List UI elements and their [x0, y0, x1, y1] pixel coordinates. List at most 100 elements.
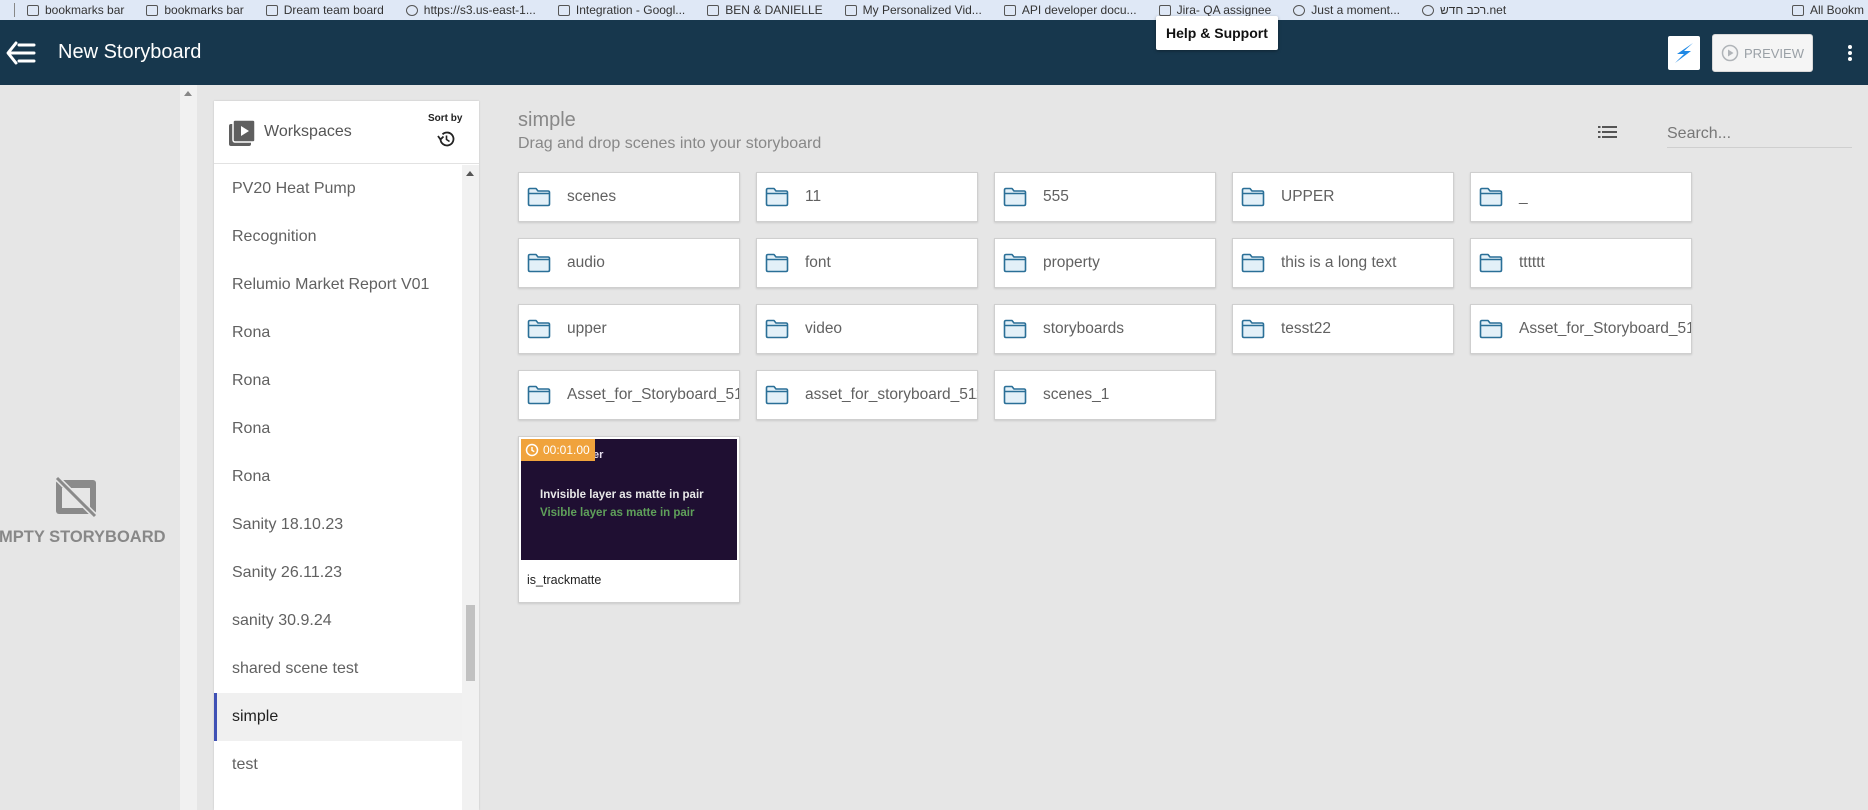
- back-menu-button[interactable]: [6, 39, 38, 67]
- more-menu-button[interactable]: [1840, 42, 1860, 64]
- workspace-item[interactable]: sanity 30.9.24: [214, 597, 462, 645]
- workspace-item[interactable]: simple: [214, 693, 462, 741]
- workspace-item[interactable]: Recognition: [214, 213, 462, 261]
- scene-card[interactable]: er Invisible layer as matte in pair Visi…: [518, 436, 740, 603]
- folder-card[interactable]: audio: [518, 238, 740, 288]
- folder-card[interactable]: video: [756, 304, 978, 354]
- app-header: New Storyboard Help & Support PREVIEW: [0, 16, 1868, 85]
- folder-card[interactable]: _: [1470, 172, 1692, 222]
- bookmarks-bar: bookmarks bar bookmarks bar Dream team boa…: [0, 0, 1868, 20]
- folder-card[interactable]: font: [756, 238, 978, 288]
- folder-card[interactable]: upper: [518, 304, 740, 354]
- bookmark-item[interactable]: רכב חדש.net: [1421, 3, 1506, 17]
- duration-label: 00:01.00: [543, 443, 590, 457]
- folder-name: tesst22: [1281, 320, 1331, 337]
- empty-storyboard-label: EMPTY STORYBOARD: [0, 528, 166, 546]
- bookmark-item[interactable]: Jira- QA assignee: [1158, 3, 1271, 17]
- folder-card[interactable]: 11: [756, 172, 978, 222]
- workspace-item[interactable]: Sanity 18.10.23: [214, 501, 462, 549]
- globe-icon: [405, 4, 418, 16]
- empty-storyboard-icon: [54, 475, 98, 519]
- bookmark-item[interactable]: bookmarks bar: [27, 3, 124, 17]
- history-sort-icon[interactable]: [436, 129, 456, 149]
- workspace-item[interactable]: Rona: [214, 453, 462, 501]
- play-circle-icon: [1721, 44, 1739, 62]
- folder-name: tttttt: [1519, 254, 1545, 271]
- folder-card[interactable]: 555: [994, 172, 1216, 222]
- link-icon: [1003, 4, 1016, 16]
- folder-name: Asset_for_Storyboard_511: [1519, 320, 1692, 337]
- bookmark-item[interactable]: BEN & DANIELLE: [707, 3, 823, 17]
- bookmark-label: Just a moment...: [1311, 3, 1400, 17]
- page-title: New Storyboard: [58, 41, 202, 63]
- bookmark-item[interactable]: https://s3.us-east-1...: [405, 3, 536, 17]
- bookmark-item[interactable]: My Personalized Vid...: [844, 3, 982, 17]
- folder-card[interactable]: scenes_1: [994, 370, 1216, 420]
- sort-by-label: Sort by: [428, 113, 463, 124]
- bookmark-item[interactable]: Just a moment...: [1293, 3, 1400, 17]
- bookmark-label: Dream team board: [283, 3, 384, 17]
- folder-icon: [765, 319, 789, 339]
- dot-icon: [1848, 51, 1852, 55]
- dot-icon: [1848, 45, 1852, 49]
- workspace-title: simple: [518, 109, 576, 131]
- workspace-item[interactable]: shared scene test: [214, 645, 462, 693]
- bookmark-label: bookmarks bar: [164, 3, 244, 17]
- folder-icon: [1479, 319, 1503, 339]
- folder-name: asset_for_storyboard_511: [805, 386, 978, 403]
- scrollbar-thumb[interactable]: [466, 605, 475, 681]
- scene-name: is_trackmatte: [527, 573, 602, 587]
- workspace-item[interactable]: Rona: [214, 357, 462, 405]
- folder-card[interactable]: tttttt: [1470, 238, 1692, 288]
- workspace-item[interactable]: test: [214, 741, 462, 789]
- workspaces-icon: [229, 119, 256, 146]
- folder-name: 11: [805, 188, 822, 205]
- folder-icon: [1241, 253, 1265, 273]
- jira-icon: [1158, 4, 1171, 16]
- sheet-icon: [557, 4, 570, 16]
- folder-icon: [707, 4, 720, 16]
- workspace-item[interactable]: Rona: [214, 309, 462, 357]
- bookmark-item[interactable]: API developer docu...: [1003, 3, 1137, 17]
- workspace-item[interactable]: Relumio Market Report V01: [214, 261, 462, 309]
- folder-card[interactable]: storyboards: [994, 304, 1216, 354]
- workspaces-header: Workspaces Sort by: [214, 101, 479, 164]
- folder-card[interactable]: tesst22: [1232, 304, 1454, 354]
- preview-button[interactable]: PREVIEW: [1712, 34, 1813, 72]
- folder-icon: [146, 4, 159, 16]
- folder-card[interactable]: Asset_for_Storyboard_511: [1470, 304, 1692, 354]
- folder-card[interactable]: property: [994, 238, 1216, 288]
- bookmark-label: Integration - Googl...: [575, 3, 686, 17]
- bolt-button[interactable]: [1668, 36, 1700, 70]
- folder-card[interactable]: asset_for_storyboard_511: [756, 370, 978, 420]
- search-input[interactable]: [1667, 120, 1852, 148]
- all-bookmarks[interactable]: All Bookm: [1791, 3, 1868, 17]
- board-icon: [265, 4, 278, 16]
- folder-icon: [1791, 4, 1804, 16]
- folder-icon: [1003, 253, 1027, 273]
- workspace-item[interactable]: Rona: [214, 405, 462, 453]
- bookmark-item[interactable]: Dream team board: [265, 3, 384, 17]
- workspace-item[interactable]: Sanity 26.11.23: [214, 549, 462, 597]
- folder-card[interactable]: this is a long text: [1232, 238, 1454, 288]
- workspace-subtitle: Drag and drop scenes into your storyboar…: [518, 135, 822, 152]
- bookmark-item[interactable]: bookmarks bar: [146, 3, 244, 17]
- thumbnail-text: Invisible layer as matte in pair: [540, 489, 704, 501]
- all-bookmarks-label: All Bookm: [1809, 3, 1864, 17]
- folder-icon: [27, 4, 39, 16]
- duration-badge: 00:01.00: [521, 439, 595, 461]
- folder-name: upper: [567, 320, 607, 337]
- thumbnail-text: Visible layer as matte in pair: [540, 507, 695, 519]
- workspace-item[interactable]: PV20 Heat Pump: [214, 165, 462, 213]
- folder-card[interactable]: scenes: [518, 172, 740, 222]
- list-view-icon[interactable]: [1597, 123, 1619, 141]
- bookmark-label: https://s3.us-east-1...: [423, 3, 536, 17]
- folder-name: Asset_for_Storyboard_511: [567, 386, 740, 403]
- bookmark-item[interactable]: Integration - Googl...: [557, 3, 686, 17]
- workspaces-scrollbar[interactable]: [462, 165, 479, 810]
- folder-card[interactable]: UPPER: [1232, 172, 1454, 222]
- help-support-tooltip: Help & Support: [1156, 16, 1278, 50]
- folder-card[interactable]: Asset_for_Storyboard_511: [518, 370, 740, 420]
- folder-name: 555: [1043, 188, 1069, 205]
- storyboard-scrollbar[interactable]: [180, 85, 197, 810]
